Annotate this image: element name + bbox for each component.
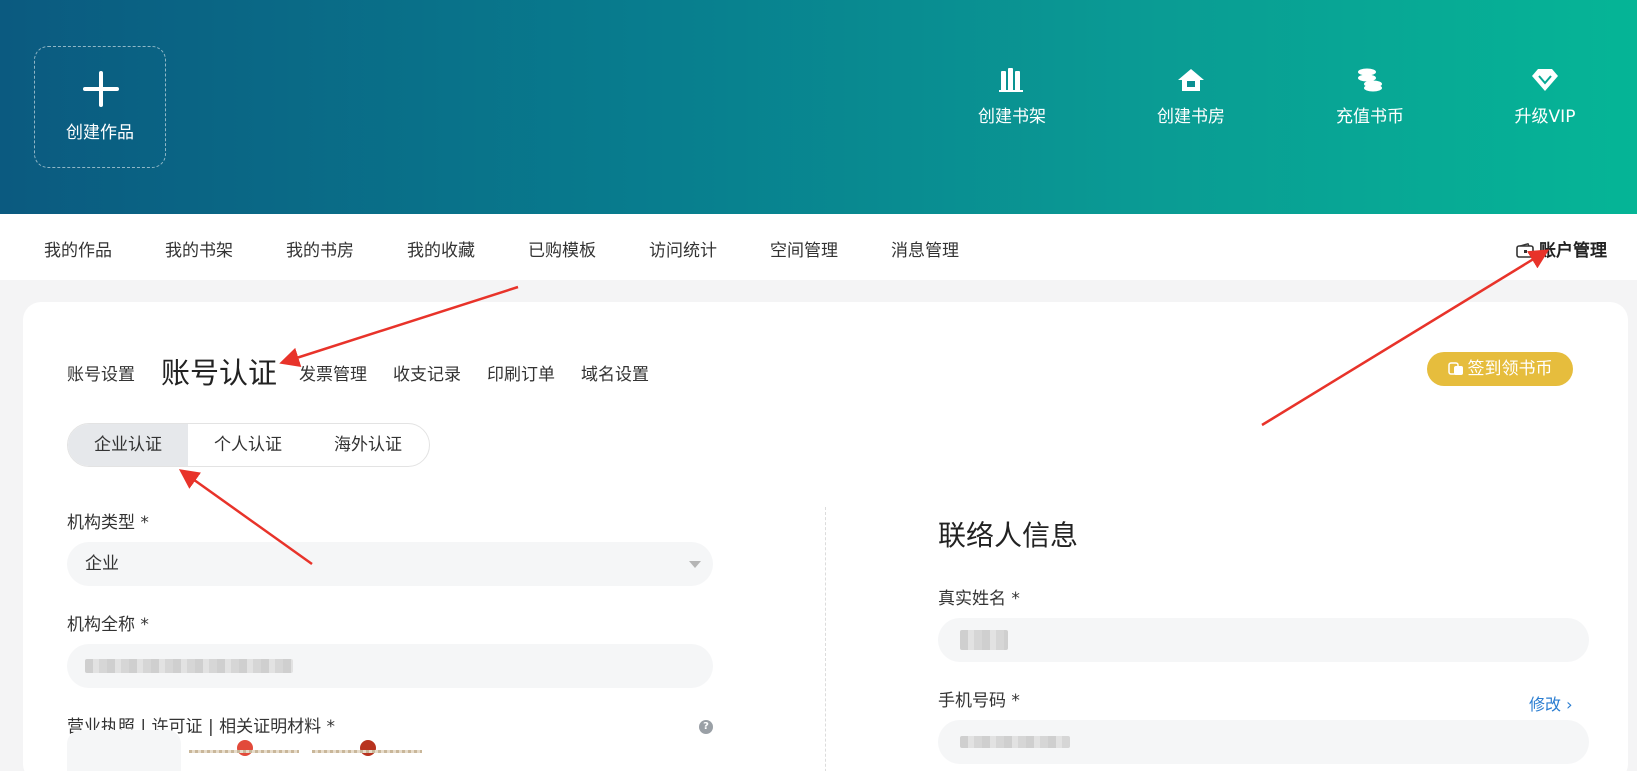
- column-divider: [825, 507, 826, 771]
- subtab-account-settings[interactable]: 账号设置: [67, 360, 135, 385]
- nav-item-account-management[interactable]: 账户管理: [1516, 236, 1607, 261]
- subtab-invoice-management[interactable]: 发票管理: [299, 360, 367, 385]
- edit-phone-link[interactable]: 修改 ›: [1529, 691, 1573, 715]
- create-work-label: 创建作品: [66, 123, 134, 143]
- create-study-label: 创建书房: [1157, 107, 1225, 127]
- redacted-phone: [960, 736, 1070, 748]
- account-card: 账号设置 账号认证 发票管理 收支记录 印刷订单 域名设置 签到领书币 企业认证…: [23, 302, 1628, 771]
- recharge-coins-button[interactable]: 充值书币: [1315, 68, 1425, 127]
- bookshelf-icon: [999, 68, 1023, 92]
- subtab-account-certification[interactable]: 账号认证: [161, 350, 277, 392]
- redacted-real-name: [960, 630, 1008, 650]
- real-name-label: 真实姓名 *: [938, 589, 1020, 609]
- tab-overseas-certification[interactable]: 海外认证: [308, 424, 428, 466]
- nav-item-message-management[interactable]: 消息管理: [891, 236, 959, 261]
- nav-item-purchased-templates[interactable]: 已购模板: [528, 236, 596, 261]
- upgrade-vip-label: 升级VIP: [1514, 107, 1576, 127]
- house-icon: [1178, 69, 1204, 91]
- org-name-input[interactable]: [67, 644, 713, 688]
- upgrade-vip-button[interactable]: 升级VIP: [1490, 68, 1600, 127]
- help-icon[interactable]: ?: [699, 720, 713, 734]
- phone-input[interactable]: [938, 720, 1589, 764]
- header-banner: 创建作品 创建书架 创建书房 充值书币 升级VIP: [0, 0, 1637, 214]
- phone-label: 手机号码 *: [938, 691, 1020, 711]
- checkin-label: 签到领书币: [1467, 359, 1553, 379]
- nav-item-my-favorites[interactable]: 我的收藏: [407, 236, 475, 261]
- create-bookshelf-label: 创建书架: [978, 107, 1046, 127]
- coins-icon: [1358, 68, 1382, 92]
- create-bookshelf-button[interactable]: 创建书架: [957, 68, 1067, 127]
- plus-icon: [83, 71, 119, 107]
- wallet-icon: [1516, 243, 1534, 258]
- tab-enterprise-certification[interactable]: 企业认证: [68, 424, 188, 466]
- account-management-label: 账户管理: [1539, 241, 1607, 261]
- org-type-select[interactable]: 企业: [67, 542, 713, 586]
- real-name-input[interactable]: [938, 618, 1589, 662]
- seal-icon: [237, 740, 253, 756]
- license-upload-slot[interactable]: [67, 730, 181, 771]
- org-name-label: 机构全称 *: [67, 615, 149, 635]
- diamond-icon: [1532, 69, 1558, 91]
- nav-item-visit-stats[interactable]: 访问统计: [649, 236, 717, 261]
- license-thumbnail[interactable]: [189, 740, 299, 771]
- nav-item-my-works[interactable]: 我的作品: [44, 236, 112, 261]
- certification-type-toggle: 企业认证 个人认证 海外认证: [67, 423, 430, 467]
- recharge-coins-label: 充值书币: [1336, 107, 1404, 127]
- license-thumbnail[interactable]: [312, 740, 422, 771]
- nav-item-space-management[interactable]: 空间管理: [770, 236, 838, 261]
- redacted-org-name: [85, 659, 293, 673]
- org-type-label: 机构类型 *: [67, 513, 149, 533]
- tab-personal-certification[interactable]: 个人认证: [188, 424, 308, 466]
- subtab-payment-records[interactable]: 收支记录: [393, 360, 461, 385]
- contact-section-title: 联络人信息: [938, 519, 1079, 552]
- create-work-button[interactable]: 创建作品: [34, 46, 166, 168]
- seal-icon: [360, 740, 376, 756]
- coins-icon: [1447, 362, 1463, 375]
- subtab-print-orders[interactable]: 印刷订单: [487, 360, 555, 385]
- subtab-domain-settings[interactable]: 域名设置: [581, 360, 649, 385]
- nav-item-my-bookshelf[interactable]: 我的书架: [165, 236, 233, 261]
- main-nav: 我的作品 我的书架 我的书房 我的收藏 已购模板 访问统计 空间管理 消息管理 …: [0, 214, 1637, 280]
- org-type-value: 企业: [85, 554, 119, 574]
- nav-item-my-study[interactable]: 我的书房: [286, 236, 354, 261]
- create-study-button[interactable]: 创建书房: [1136, 68, 1246, 127]
- checkin-coins-button[interactable]: 签到领书币: [1427, 352, 1573, 386]
- chevron-down-icon: [689, 561, 701, 568]
